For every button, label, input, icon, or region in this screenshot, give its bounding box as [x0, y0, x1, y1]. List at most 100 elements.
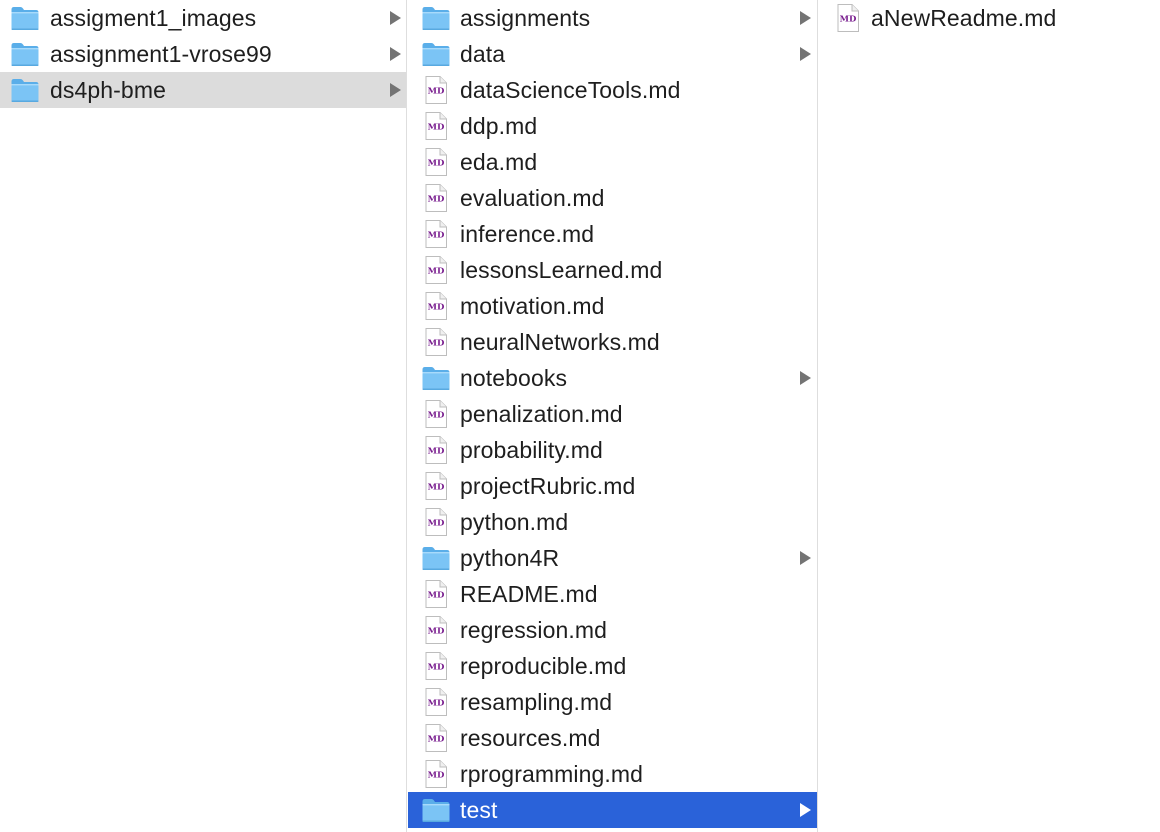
chevron-right-icon	[800, 11, 811, 25]
file-item[interactable]: MD neuralNetworks.md	[408, 324, 817, 360]
markdown-file-icon: MD	[421, 327, 451, 357]
item-label: inference.md	[460, 221, 595, 247]
markdown-file-icon: MD	[421, 723, 451, 753]
file-item[interactable]: MD resources.md	[408, 720, 817, 756]
chevron-right-icon	[800, 551, 811, 565]
folder-item[interactable]: notebooks	[408, 360, 817, 396]
item-label: assigment1_images	[50, 5, 257, 31]
markdown-file-icon: MD	[421, 471, 451, 501]
item-label: python.md	[460, 509, 569, 535]
md-badge-text: MD	[428, 303, 445, 313]
file-item[interactable]: MD projectRubric.md	[408, 468, 817, 504]
markdown-file-icon: MD	[421, 111, 451, 141]
md-badge-text: MD	[428, 483, 445, 493]
file-item[interactable]: MD reproducible.md	[408, 648, 817, 684]
item-label: data	[460, 41, 506, 67]
md-badge-text: MD	[428, 447, 445, 457]
md-badge-text: MD	[428, 663, 445, 673]
item-label: assignments	[460, 5, 591, 31]
finder-column-browser: assigment1_images assignment1-vrose99 ds4p…	[0, 0, 1160, 832]
item-label: eda.md	[460, 149, 538, 175]
md-badge-text: MD	[428, 339, 445, 349]
folder-item[interactable]: test	[408, 792, 817, 828]
item-label: regression.md	[460, 617, 608, 643]
column-1[interactable]: assigment1_images assignment1-vrose99 ds4p…	[0, 0, 406, 832]
file-item[interactable]: MD README.md	[408, 576, 817, 612]
item-label: penalization.md	[460, 401, 623, 427]
folder-icon	[421, 39, 451, 69]
item-label: README.md	[460, 581, 598, 607]
md-badge-text: MD	[428, 123, 445, 133]
file-item[interactable]: MD dataScienceTools.md	[408, 72, 817, 108]
chevron-right-icon	[800, 803, 811, 817]
file-item[interactable]: MD resampling.md	[408, 684, 817, 720]
column-divider[interactable]	[817, 0, 818, 832]
item-label: dataScienceTools.md	[460, 77, 681, 103]
folder-item[interactable]: data	[408, 36, 817, 72]
md-badge-text: MD	[428, 699, 445, 709]
folder-item[interactable]: ds4ph-bme	[0, 72, 406, 108]
item-label: notebooks	[460, 365, 568, 391]
md-badge-text: MD	[428, 87, 445, 97]
markdown-file-icon: MD	[421, 759, 451, 789]
item-label: resources.md	[460, 725, 601, 751]
md-badge-text: MD	[428, 267, 445, 277]
file-item[interactable]: MD python.md	[408, 504, 817, 540]
folder-item[interactable]: assignment1-vrose99	[0, 36, 406, 72]
column-3[interactable]: MD aNewReadme.md	[819, 0, 1160, 832]
file-item[interactable]: MD regression.md	[408, 612, 817, 648]
item-label: aNewReadme.md	[871, 5, 1057, 31]
file-item[interactable]: MD evaluation.md	[408, 180, 817, 216]
file-item[interactable]: MD ddp.md	[408, 108, 817, 144]
folder-item[interactable]: assigment1_images	[0, 0, 406, 36]
markdown-file-icon: MD	[421, 615, 451, 645]
file-item[interactable]: MD penalization.md	[408, 396, 817, 432]
md-badge-text: MD	[428, 771, 445, 781]
folder-icon	[10, 75, 40, 105]
folder-icon	[421, 363, 451, 393]
folder-item[interactable]: python4R	[408, 540, 817, 576]
markdown-file-icon: MD	[833, 3, 863, 33]
file-item[interactable]: MD probability.md	[408, 432, 817, 468]
file-item[interactable]: MD eda.md	[408, 144, 817, 180]
chevron-right-icon	[800, 371, 811, 385]
markdown-file-icon: MD	[421, 399, 451, 429]
md-badge-text: MD	[428, 195, 445, 205]
item-label: assignment1-vrose99	[50, 41, 272, 67]
file-item[interactable]: MD motivation.md	[408, 288, 817, 324]
item-label: lessonsLearned.md	[460, 257, 663, 283]
markdown-file-icon: MD	[421, 579, 451, 609]
md-badge-text: MD	[428, 591, 445, 601]
folder-icon	[421, 795, 451, 825]
folder-item[interactable]: assignments	[408, 0, 817, 36]
md-badge-text: MD	[428, 735, 445, 745]
item-label: reproducible.md	[460, 653, 627, 679]
column-2[interactable]: assignments data MD dataScienceTools.md MD dd…	[408, 0, 817, 832]
item-label: rprogramming.md	[460, 761, 643, 787]
markdown-file-icon: MD	[421, 291, 451, 321]
item-label: neuralNetworks.md	[460, 329, 660, 355]
chevron-right-icon	[800, 47, 811, 61]
markdown-file-icon: MD	[421, 651, 451, 681]
markdown-file-icon: MD	[421, 687, 451, 717]
file-item[interactable]: MD aNewReadme.md	[819, 0, 1160, 36]
file-item[interactable]: MD rprogramming.md	[408, 756, 817, 792]
item-label: probability.md	[460, 437, 603, 463]
md-badge-text: MD	[428, 627, 445, 637]
md-badge-text: MD	[428, 159, 445, 169]
item-label: motivation.md	[460, 293, 605, 319]
md-badge-text: MD	[428, 411, 445, 421]
markdown-file-icon: MD	[421, 507, 451, 537]
file-item[interactable]: MD lessonsLearned.md	[408, 252, 817, 288]
md-badge-text: MD	[840, 15, 857, 25]
chevron-right-icon	[390, 83, 401, 97]
chevron-right-icon	[390, 47, 401, 61]
folder-icon	[421, 543, 451, 573]
markdown-file-icon: MD	[421, 255, 451, 285]
chevron-right-icon	[390, 11, 401, 25]
markdown-file-icon: MD	[421, 183, 451, 213]
item-label: ds4ph-bme	[50, 77, 166, 103]
file-item[interactable]: MD inference.md	[408, 216, 817, 252]
column-divider[interactable]	[406, 0, 407, 832]
folder-icon	[10, 39, 40, 69]
